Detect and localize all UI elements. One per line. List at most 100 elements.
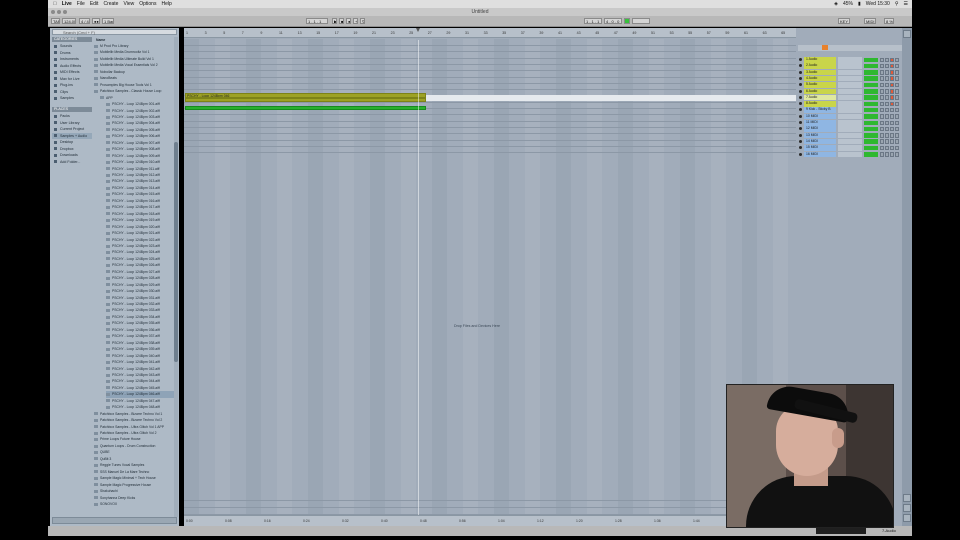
- track-name[interactable]: 1 Audio: [804, 57, 836, 63]
- track-volume-field[interactable]: [864, 76, 878, 81]
- track-name[interactable]: 9 Kick - Sticky B: [804, 107, 836, 113]
- metronome-button[interactable]: ●●: [92, 18, 100, 24]
- track-volume-field[interactable]: [864, 107, 878, 113]
- track-name[interactable]: 14 MIDI: [804, 138, 836, 145]
- mute-button[interactable]: [890, 70, 894, 75]
- track-activator-icon[interactable]: [799, 76, 802, 80]
- solo-button[interactable]: [880, 133, 884, 138]
- midi-map-button[interactable]: MIDI: [864, 18, 876, 24]
- sends-toggle-icon[interactable]: [903, 504, 911, 512]
- record-arm-button[interactable]: [895, 70, 899, 75]
- solo-button[interactable]: [880, 126, 884, 132]
- mute-button[interactable]: [890, 139, 894, 144]
- track-activator-icon[interactable]: [799, 64, 802, 68]
- places-item-downloads[interactable]: Downloads: [52, 152, 92, 158]
- solo-button[interactable]: [880, 82, 884, 88]
- track-name[interactable]: 8 Audio: [804, 101, 836, 107]
- battery-text[interactable]: 45%: [843, 1, 853, 7]
- track-volume-field[interactable]: [864, 145, 878, 151]
- track-header[interactable]: 11 MIDI: [798, 120, 902, 126]
- track-activator-icon[interactable]: [799, 70, 802, 74]
- record-arm-button[interactable]: [895, 63, 899, 69]
- io-toggle-icon[interactable]: [903, 494, 911, 502]
- track-header[interactable]: 5 Audio: [798, 82, 902, 88]
- track-header[interactable]: 9 Kick - Sticky B: [798, 107, 902, 113]
- playhead-marker[interactable]: [416, 28, 420, 32]
- track-activator-icon[interactable]: [799, 58, 802, 61]
- track-name[interactable]: 6 Audio: [804, 88, 836, 94]
- mute-button[interactable]: [890, 89, 894, 94]
- arm-button[interactable]: [885, 152, 889, 157]
- menu-list-icon[interactable]: ☰: [904, 1, 908, 7]
- arm-button[interactable]: [885, 82, 889, 88]
- record-arm-button[interactable]: [895, 57, 899, 62]
- mute-button[interactable]: [890, 145, 894, 151]
- track-name[interactable]: 5 Audio: [804, 82, 836, 88]
- track-activator-icon[interactable]: [799, 139, 802, 143]
- track-activator-icon[interactable]: [799, 133, 802, 137]
- solo-button[interactable]: [880, 89, 884, 94]
- places-item-current-project[interactable]: Current Project: [52, 126, 92, 132]
- track-volume-field[interactable]: [864, 57, 878, 62]
- track-name[interactable]: 12 MIDI: [804, 126, 836, 132]
- time-ruler[interactable]: 0:00 0:08 0:16 0:24 0:32 0:40 0:48 0:56 1:04 1:12…: [184, 515, 796, 526]
- mute-button[interactable]: [890, 95, 894, 100]
- track-volume-field[interactable]: [864, 82, 878, 88]
- track-name[interactable]: 16 MIDI: [804, 151, 836, 157]
- track-activator-icon[interactable]: [799, 146, 802, 150]
- track-header[interactable]: 2 Audio: [798, 63, 902, 69]
- category-item-samples[interactable]: Samples: [52, 95, 92, 101]
- menu-options[interactable]: Options: [139, 1, 156, 7]
- punch-in-button[interactable]: [624, 18, 630, 24]
- play-button[interactable]: ▶: [332, 18, 337, 24]
- arrangement-view[interactable]: 1 3 5 7 9 11 13 15 17 19 21 23 25 27 29 31 33 35 37 39 41 43 4…: [184, 28, 796, 526]
- battery-icon[interactable]: ▮: [858, 1, 861, 7]
- search-icon[interactable]: ⚲: [895, 1, 899, 7]
- time-signature-field[interactable]: 4 / 4: [79, 18, 90, 24]
- places-item-packs[interactable]: Packs: [52, 113, 92, 119]
- folder-item[interactable]: SONOVOX: [94, 501, 174, 508]
- record-arm-button[interactable]: [895, 139, 899, 144]
- record-arm-button[interactable]: [895, 120, 899, 125]
- arm-button[interactable]: [885, 57, 889, 62]
- audio-clip-waveform[interactable]: [185, 98, 426, 102]
- track-header[interactable]: 1 Audio: [798, 57, 902, 63]
- track-header[interactable]: 10 MIDI: [798, 113, 902, 120]
- mute-button[interactable]: [890, 126, 894, 132]
- track-volume-field[interactable]: [864, 120, 878, 125]
- track-activator-icon[interactable]: [799, 83, 802, 87]
- track-name[interactable]: 2 Audio: [804, 63, 836, 69]
- tap-tempo-button[interactable]: TAP: [51, 18, 60, 24]
- midi-clip[interactable]: [185, 106, 426, 110]
- solo-button[interactable]: [880, 120, 884, 125]
- menu-create[interactable]: Create: [103, 1, 118, 7]
- track-header[interactable]: 13 MIDI: [798, 132, 902, 139]
- record-arm-button[interactable]: [895, 133, 899, 138]
- close-window-icon[interactable]: [51, 10, 55, 14]
- selected-track-lane[interactable]: [426, 95, 796, 101]
- mute-button[interactable]: [890, 101, 894, 107]
- places-item-user-library[interactable]: User Library: [52, 120, 92, 126]
- solo-button[interactable]: [880, 101, 884, 107]
- preview-player[interactable]: [52, 517, 177, 524]
- mute-button[interactable]: [890, 57, 894, 62]
- apple-icon[interactable]: : [53, 1, 57, 7]
- mute-button[interactable]: [890, 133, 894, 138]
- track-header[interactable]: 14 MIDI: [798, 138, 902, 145]
- track-volume-field[interactable]: [864, 133, 878, 138]
- arm-button[interactable]: [885, 70, 889, 75]
- track-volume-field[interactable]: [864, 101, 878, 107]
- category-item-midi-effects[interactable]: MIDI Effects: [52, 69, 92, 75]
- track-activator-icon[interactable]: [799, 89, 802, 93]
- menu-file[interactable]: File: [77, 1, 85, 7]
- record-arm-button[interactable]: [895, 126, 899, 132]
- mute-button[interactable]: [890, 63, 894, 69]
- record-arm-button[interactable]: [895, 145, 899, 151]
- mute-button[interactable]: [890, 107, 894, 113]
- mute-button[interactable]: [890, 120, 894, 125]
- arm-button[interactable]: [885, 114, 889, 119]
- track-activator-icon[interactable]: [799, 114, 802, 118]
- track-activator-icon[interactable]: [799, 108, 802, 112]
- solo-button[interactable]: [880, 152, 884, 157]
- track-name[interactable]: 10 MIDI: [804, 113, 836, 120]
